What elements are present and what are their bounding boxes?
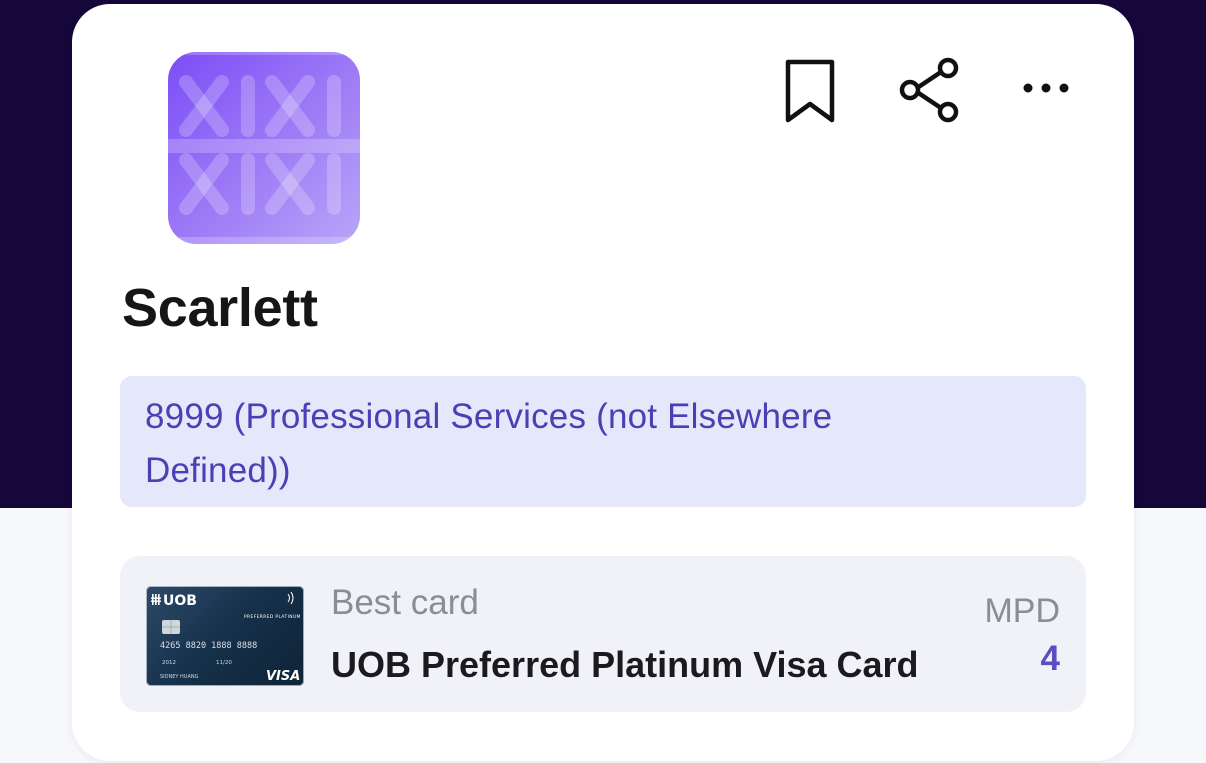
card-network-text: VISA bbox=[266, 669, 300, 684]
best-card-label: Best card bbox=[331, 583, 479, 622]
card-brand-text: UOB bbox=[163, 593, 197, 609]
mpd-value: 4 bbox=[1040, 639, 1060, 678]
card-tier-text: PREFERRED PLATINUM bbox=[244, 614, 301, 620]
category-badge: 8999 (Professional Services (not Elsewhe… bbox=[120, 376, 1086, 507]
merchant-logo bbox=[168, 52, 360, 244]
bookmark-button[interactable] bbox=[778, 56, 842, 128]
card-valid-from: 2012 bbox=[162, 660, 176, 666]
card-valid-thru: 11/20 bbox=[216, 660, 232, 666]
category-text: 8999 (Professional Services (not Elsewhe… bbox=[145, 397, 833, 490]
card-holder-text: SIDNEY HUANG bbox=[160, 674, 199, 680]
uob-logo-icon bbox=[151, 594, 161, 605]
bookmark-icon bbox=[785, 59, 835, 123]
more-horizontal-icon bbox=[1023, 83, 1069, 93]
share-icon bbox=[899, 57, 959, 123]
share-button[interactable] bbox=[894, 54, 966, 126]
credit-card-image: UOB PREFERRED PLATINUM 4265 8820 1888 88… bbox=[146, 586, 304, 686]
best-card-row[interactable]: UOB PREFERRED PLATINUM 4265 8820 1888 88… bbox=[120, 556, 1086, 712]
card-number-text: 4265 8820 1888 8888 bbox=[160, 641, 257, 651]
mpd-label: MPD bbox=[984, 592, 1060, 630]
more-options-button[interactable] bbox=[1018, 66, 1078, 110]
merchant-name: Scarlett bbox=[122, 278, 318, 338]
best-card-name: UOB Preferred Platinum Visa Card bbox=[331, 644, 919, 685]
merchant-card: Scarlett 8999 (Professional Services (no… bbox=[72, 4, 1134, 761]
